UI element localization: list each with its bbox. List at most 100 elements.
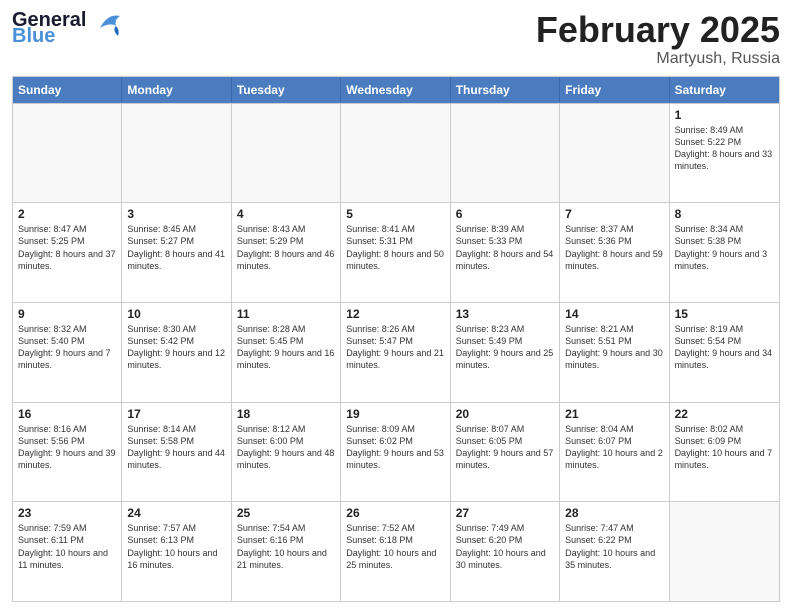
day-number: 20: [456, 407, 554, 421]
table-row: 19 Sunrise: 8:09 AM Sunset: 6:02 PM Dayli…: [341, 403, 450, 502]
day-info: Sunrise: 8:04 AM Sunset: 6:07 PM Dayligh…: [565, 423, 663, 472]
day-number: 10: [127, 307, 225, 321]
day-number: 21: [565, 407, 663, 421]
table-row: 9 Sunrise: 8:32 AM Sunset: 5:40 PM Daylig…: [13, 303, 122, 402]
table-row: [232, 104, 341, 203]
table-row: 17Sunrise: 8:14 AM Sunset: 5:58 PM Dayli…: [122, 403, 231, 502]
table-row: 18Sunrise: 8:12 AM Sunset: 6:00 PM Dayli…: [232, 403, 341, 502]
table-row: 13 Sunrise: 8:23 AM Sunset: 5:49 PM Dayli…: [451, 303, 560, 402]
day-info: Sunrise: 8:30 AM Sunset: 5:42 PM Dayligh…: [127, 323, 225, 372]
day-info: Sunrise: 7:52 AM Sunset: 6:18 PM Dayligh…: [346, 522, 444, 571]
table-row: [451, 104, 560, 203]
day-info: Sunrise: 8:02 AM Sunset: 6:09 PM Dayligh…: [675, 423, 774, 472]
day-number: 12: [346, 307, 444, 321]
table-row: 10 Sunrise: 8:30 AM Sunset: 5:42 PM Dayli…: [122, 303, 231, 402]
day-number: 15: [675, 307, 774, 321]
day-number: 2: [18, 207, 116, 221]
day-number: 22: [675, 407, 774, 421]
day-info: Sunrise: 7:47 AM Sunset: 6:22 PM Dayligh…: [565, 522, 663, 571]
day-info: Sunrise: 8:45 AM Sunset: 5:27 PM Dayligh…: [127, 223, 225, 272]
day-info: Sunrise: 8:28 AM Sunset: 5:45 PM Dayligh…: [237, 323, 335, 372]
logo-bird-icon: [90, 8, 126, 44]
day-info: Sunrise: 8:32 AM Sunset: 5:40 PM Dayligh…: [18, 323, 116, 372]
calendar-header: Sunday Monday Tuesday Wednesday Thursday…: [13, 77, 779, 103]
day-info: Sunrise: 8:39 AM Sunset: 5:33 PM Dayligh…: [456, 223, 554, 272]
table-row: 1 Sunrise: 8:49 AM Sunset: 5:22 PM Daylig…: [670, 104, 779, 203]
day-info: Sunrise: 8:49 AM Sunset: 5:22 PM Dayligh…: [675, 124, 774, 173]
day-number: 23: [18, 506, 116, 520]
calendar-week-1: 1 Sunrise: 8:49 AM Sunset: 5:22 PM Daylig…: [13, 103, 779, 203]
calendar: Sunday Monday Tuesday Wednesday Thursday…: [12, 76, 780, 602]
table-row: 5 Sunrise: 8:41 AM Sunset: 5:31 PM Daylig…: [341, 203, 450, 302]
header-friday: Friday: [560, 77, 669, 103]
header-tuesday: Tuesday: [232, 77, 341, 103]
calendar-week-4: 16 Sunrise: 8:16 AM Sunset: 5:56 PM Dayli…: [13, 402, 779, 502]
table-row: [122, 104, 231, 203]
table-row: 20 Sunrise: 8:07 AM Sunset: 6:05 PM Dayli…: [451, 403, 560, 502]
table-row: [13, 104, 122, 203]
table-row: 8Sunrise: 8:34 AM Sunset: 5:38 PM Daylig…: [670, 203, 779, 302]
table-row: 21 Sunrise: 8:04 AM Sunset: 6:07 PM Dayli…: [560, 403, 669, 502]
day-number: 28: [565, 506, 663, 520]
header-saturday: Saturday: [670, 77, 779, 103]
table-row: [670, 502, 779, 601]
header-thursday: Thursday: [451, 77, 560, 103]
table-row: 11 Sunrise: 8:28 AM Sunset: 5:45 PM Dayli…: [232, 303, 341, 402]
table-row: 22 Sunrise: 8:02 AM Sunset: 6:09 PM Dayli…: [670, 403, 779, 502]
day-number: 18: [237, 407, 335, 421]
table-row: [560, 104, 669, 203]
day-number: 8: [675, 207, 774, 221]
day-info: Sunrise: 8:41 AM Sunset: 5:31 PM Dayligh…: [346, 223, 444, 272]
header-monday: Monday: [122, 77, 231, 103]
title-block: February 2025 Martyush, Russia: [536, 10, 780, 68]
table-row: 12 Sunrise: 8:26 AM Sunset: 5:47 PM Dayli…: [341, 303, 450, 402]
table-row: 2Sunrise: 8:47 AM Sunset: 5:25 PM Daylig…: [13, 203, 122, 302]
day-number: 16: [18, 407, 116, 421]
table-row: 25 Sunrise: 7:54 AM Sunset: 6:16 PM Dayli…: [232, 502, 341, 601]
calendar-body: 1 Sunrise: 8:49 AM Sunset: 5:22 PM Daylig…: [13, 103, 779, 601]
day-info: Sunrise: 8:37 AM Sunset: 5:36 PM Dayligh…: [565, 223, 663, 272]
table-row: 4 Sunrise: 8:43 AM Sunset: 5:29 PM Daylig…: [232, 203, 341, 302]
day-number: 26: [346, 506, 444, 520]
day-number: 14: [565, 307, 663, 321]
day-number: 27: [456, 506, 554, 520]
table-row: 6Sunrise: 8:39 AM Sunset: 5:33 PM Daylig…: [451, 203, 560, 302]
logo: General Blue: [12, 10, 126, 46]
day-info: Sunrise: 7:49 AM Sunset: 6:20 PM Dayligh…: [456, 522, 554, 571]
day-number: 11: [237, 307, 335, 321]
table-row: 3 Sunrise: 8:45 AM Sunset: 5:27 PM Daylig…: [122, 203, 231, 302]
day-number: 3: [127, 207, 225, 221]
table-row: 16 Sunrise: 8:16 AM Sunset: 5:56 PM Dayli…: [13, 403, 122, 502]
day-info: Sunrise: 8:09 AM Sunset: 6:02 PM Dayligh…: [346, 423, 444, 472]
table-row: 23Sunrise: 7:59 AM Sunset: 6:11 PM Dayli…: [13, 502, 122, 601]
day-number: 24: [127, 506, 225, 520]
header-sunday: Sunday: [13, 77, 122, 103]
day-info: Sunrise: 8:43 AM Sunset: 5:29 PM Dayligh…: [237, 223, 335, 272]
table-row: 14Sunrise: 8:21 AM Sunset: 5:51 PM Dayli…: [560, 303, 669, 402]
day-info: Sunrise: 8:23 AM Sunset: 5:49 PM Dayligh…: [456, 323, 554, 372]
calendar-week-3: 9 Sunrise: 8:32 AM Sunset: 5:40 PM Daylig…: [13, 302, 779, 402]
table-row: 28 Sunrise: 7:47 AM Sunset: 6:22 PM Dayli…: [560, 502, 669, 601]
calendar-week-5: 23Sunrise: 7:59 AM Sunset: 6:11 PM Dayli…: [13, 501, 779, 601]
day-number: 1: [675, 108, 774, 122]
table-row: 24Sunrise: 7:57 AM Sunset: 6:13 PM Dayli…: [122, 502, 231, 601]
day-number: 4: [237, 207, 335, 221]
day-number: 25: [237, 506, 335, 520]
day-number: 13: [456, 307, 554, 321]
table-row: 7 Sunrise: 8:37 AM Sunset: 5:36 PM Daylig…: [560, 203, 669, 302]
day-number: 17: [127, 407, 225, 421]
page: General Blue February 2025 Martyush, Rus…: [0, 0, 792, 612]
day-number: 9: [18, 307, 116, 321]
day-number: 5: [346, 207, 444, 221]
day-info: Sunrise: 8:16 AM Sunset: 5:56 PM Dayligh…: [18, 423, 116, 472]
month-title: February 2025: [536, 10, 780, 50]
day-info: Sunrise: 7:54 AM Sunset: 6:16 PM Dayligh…: [237, 522, 335, 571]
day-number: 7: [565, 207, 663, 221]
table-row: 15 Sunrise: 8:19 AM Sunset: 5:54 PM Dayli…: [670, 303, 779, 402]
table-row: 27 Sunrise: 7:49 AM Sunset: 6:20 PM Dayli…: [451, 502, 560, 601]
day-info: Sunrise: 8:07 AM Sunset: 6:05 PM Dayligh…: [456, 423, 554, 472]
day-info: Sunrise: 8:26 AM Sunset: 5:47 PM Dayligh…: [346, 323, 444, 372]
table-row: 26 Sunrise: 7:52 AM Sunset: 6:18 PM Dayli…: [341, 502, 450, 601]
day-info: Sunrise: 8:19 AM Sunset: 5:54 PM Dayligh…: [675, 323, 774, 372]
day-number: 19: [346, 407, 444, 421]
